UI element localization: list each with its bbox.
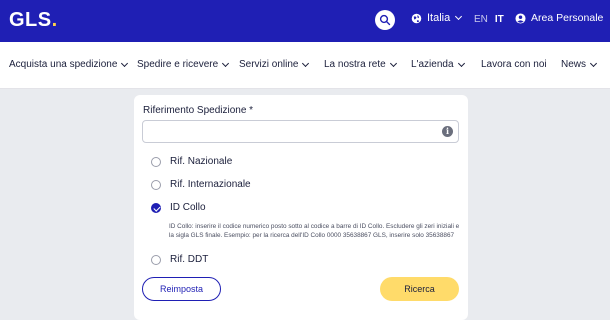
account-link[interactable]: Area Personale (515, 12, 603, 24)
radio-label: Rif. Nazionale (170, 156, 233, 167)
account-label: Area Personale (531, 12, 604, 24)
search-button[interactable] (375, 10, 395, 30)
chevron-down-icon (302, 59, 310, 67)
radio-rif-nazionale[interactable]: Rif. Nazionale (151, 156, 232, 167)
top-header: GLS. Italia EN IT Area Personale (0, 0, 610, 42)
radio-circle[interactable] (151, 254, 161, 265)
id-collo-hint: ID Collo: inserire il codice numerico po… (169, 223, 460, 240)
nav-label: Servizi online (239, 59, 299, 70)
nav-item-spedire[interactable]: Spedire e ricevere (137, 59, 230, 70)
tracking-form-card: Riferimento Spedizione * i Rif. Nazional… (134, 95, 468, 320)
nav-item-news[interactable]: News (561, 59, 598, 70)
radio-circle[interactable] (151, 179, 161, 190)
user-icon (515, 12, 526, 24)
radio-id-collo[interactable]: ID Collo (151, 202, 206, 213)
nav-label: News (561, 59, 587, 70)
radio-circle[interactable] (151, 156, 161, 167)
nav-item-servizi[interactable]: Servizi online (239, 59, 310, 70)
radio-rif-ddt[interactable]: Rif. DDT (151, 254, 208, 265)
reference-field-label: Riferimento Spedizione * (143, 105, 254, 116)
chevron-down-icon (389, 59, 397, 67)
nav-item-lavora[interactable]: Lavora con noi (481, 59, 547, 70)
chevron-down-icon (222, 59, 230, 67)
globe-icon (411, 13, 422, 23)
radio-label: ID Collo (170, 202, 206, 213)
nav-label: Acquista una spedizione (9, 59, 118, 70)
reset-button[interactable]: Reimposta (142, 277, 221, 301)
logo-text: GLS (9, 9, 52, 31)
chevron-down-icon (457, 59, 465, 67)
reference-input[interactable] (142, 120, 459, 143)
radio-label: Rif. DDT (170, 254, 209, 265)
checkmark-icon[interactable] (151, 202, 161, 213)
chevron-down-icon (589, 59, 598, 67)
country-selector[interactable]: Italia (411, 12, 463, 24)
language-switch: EN IT (474, 14, 504, 25)
main-navigation: Acquista una spedizione Spedire e riceve… (0, 42, 610, 89)
nav-label: La nostra rete (324, 59, 386, 70)
nav-label: Lavora con noi (481, 59, 547, 70)
chevron-down-icon (455, 12, 463, 21)
gls-logo[interactable]: GLS. (9, 9, 58, 32)
search-submit-button[interactable]: Ricerca (380, 277, 459, 301)
lang-en-link[interactable]: EN (474, 14, 488, 25)
lang-it-link[interactable]: IT (495, 14, 504, 25)
radio-rif-internazionale[interactable]: Rif. Internazionale (151, 179, 251, 190)
nav-label: L'azienda (411, 59, 454, 70)
info-icon[interactable]: i (442, 126, 453, 137)
nav-label: Spedire e ricevere (137, 59, 219, 70)
search-icon (379, 14, 391, 26)
chevron-down-icon (121, 59, 129, 67)
nav-item-rete[interactable]: La nostra rete (324, 59, 397, 70)
nav-item-acquista[interactable]: Acquista una spedizione (9, 59, 129, 70)
radio-label: Rif. Internazionale (170, 179, 251, 190)
logo-dot: . (51, 9, 58, 31)
country-label: Italia (427, 12, 451, 24)
nav-item-azienda[interactable]: L'azienda (411, 59, 465, 70)
